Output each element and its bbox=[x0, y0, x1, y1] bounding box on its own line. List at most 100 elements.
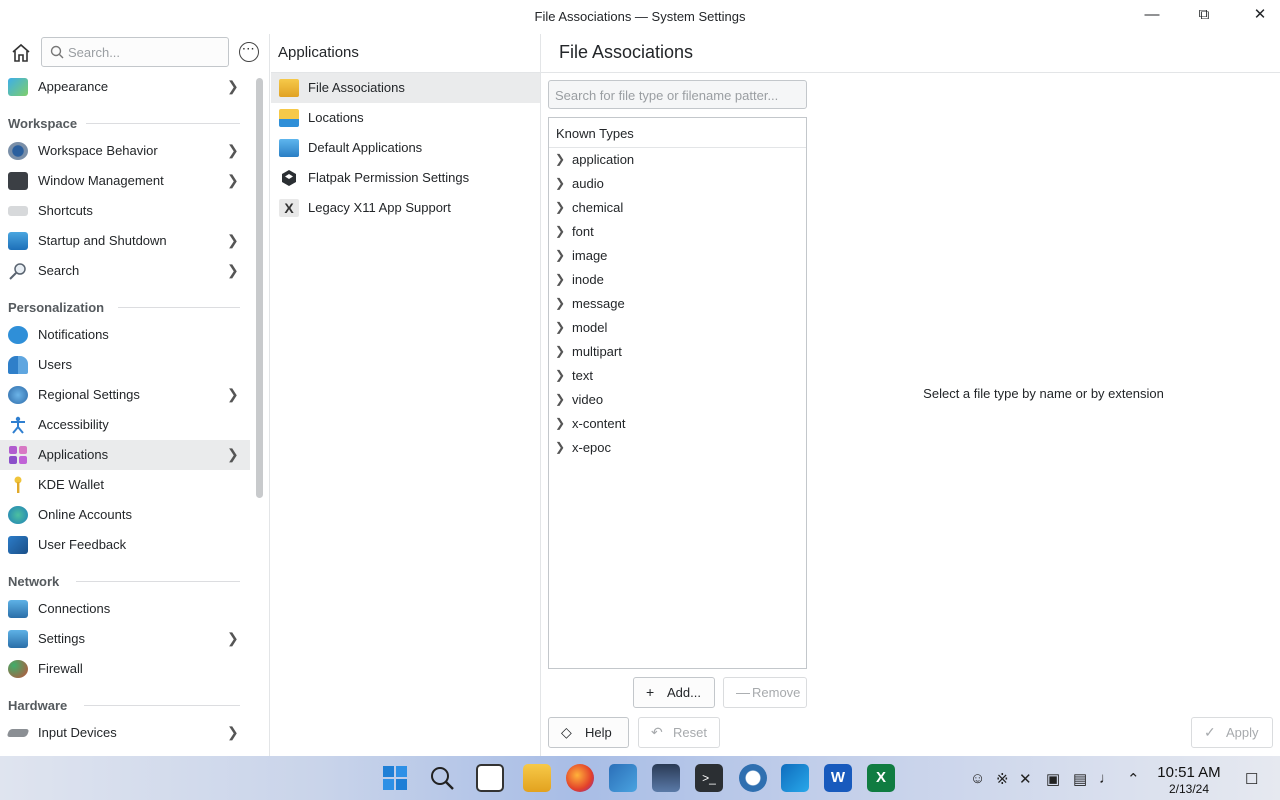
tree-rows: ❯ application ❯ audio ❯ chemical ❯ font ❯ image ❯ i… bbox=[549, 148, 806, 460]
sidebar-item-label: Workspace Behavior bbox=[38, 143, 158, 158]
sidebar-item-user-feedback[interactable]: User Feedback bbox=[0, 530, 250, 560]
sidebar-item-online-accounts[interactable]: Online Accounts bbox=[0, 500, 250, 530]
expand-chevron-icon[interactable]: ❯ bbox=[555, 392, 565, 406]
chevron-up-icon[interactable]: ⌃ bbox=[1127, 770, 1140, 788]
bluetooth-icon[interactable]: ※ bbox=[996, 770, 1009, 788]
sidebar-item-connections[interactable]: Connections bbox=[0, 594, 250, 624]
tree-row-chemical[interactable]: ❯ chemical bbox=[549, 196, 806, 220]
browser-icon[interactable] bbox=[739, 764, 767, 792]
volume-icon[interactable]: ♩ bbox=[1099, 770, 1114, 787]
mute-icon[interactable]: ✕ bbox=[1019, 770, 1032, 788]
panel-title: Applications bbox=[278, 44, 359, 61]
tree-row-text[interactable]: ❯ text bbox=[549, 364, 806, 388]
tree-row-inode[interactable]: ❯ inode bbox=[549, 268, 806, 292]
online-accounts-icon bbox=[8, 506, 28, 524]
tree-row-x-epoc[interactable]: ❯ x-epoc bbox=[549, 436, 806, 460]
expand-chevron-icon[interactable]: ❯ bbox=[555, 152, 565, 166]
sidebar-item-kde-wallet[interactable]: KDE Wallet bbox=[0, 470, 250, 500]
notifications-tray-icon[interactable]: ☐ bbox=[1245, 770, 1258, 788]
panel-item-locations[interactable]: Locations bbox=[271, 103, 540, 133]
connections-icon bbox=[8, 600, 28, 618]
more-options-icon[interactable]: ··· bbox=[239, 42, 259, 62]
network-icon[interactable]: ▤ bbox=[1073, 770, 1087, 788]
task-view-icon[interactable] bbox=[476, 764, 504, 792]
tree-row-audio[interactable]: ❯ audio bbox=[549, 172, 806, 196]
expand-chevron-icon[interactable]: ❯ bbox=[555, 368, 565, 382]
expand-chevron-icon[interactable]: ❯ bbox=[555, 272, 565, 286]
minimize-button[interactable]: — bbox=[1139, 4, 1165, 26]
start-menu-icon[interactable] bbox=[381, 764, 409, 792]
accessibility-icon bbox=[8, 416, 28, 434]
tree-row-font[interactable]: ❯ font bbox=[549, 220, 806, 244]
chevron-right-icon: ❯ bbox=[227, 232, 239, 248]
tree-row-video[interactable]: ❯ video bbox=[549, 388, 806, 412]
search-icon[interactable] bbox=[428, 764, 456, 792]
sidebar: ··· Appearance ❯ Workspace Workspace Beh… bbox=[0, 34, 270, 756]
maximize-button[interactable]: ⧉ bbox=[1191, 4, 1217, 26]
sidebar-item-search[interactable]: Search ❯ bbox=[0, 256, 250, 286]
chevron-right-icon: ❯ bbox=[227, 724, 239, 740]
sidebar-item-shortcuts[interactable]: Shortcuts bbox=[0, 196, 250, 226]
sidebar-item-applications[interactable]: Applications ❯ bbox=[0, 440, 250, 470]
sidebar-item-input-devices[interactable]: Input Devices ❯ bbox=[0, 718, 250, 748]
sidebar-item-label: Settings bbox=[38, 631, 85, 646]
sidebar-search-input[interactable] bbox=[68, 41, 223, 63]
reset-button[interactable]: ↶ Reset bbox=[638, 717, 720, 748]
settings-app-icon[interactable] bbox=[609, 764, 637, 792]
window-titlebar: File Associations — System Settings — ⧉ … bbox=[0, 0, 1280, 34]
expand-chevron-icon[interactable]: ❯ bbox=[555, 176, 565, 190]
tree-row-message[interactable]: ❯ message bbox=[549, 292, 806, 316]
sidebar-item-window-management[interactable]: Window Management ❯ bbox=[0, 166, 250, 196]
image-viewer-icon[interactable] bbox=[652, 764, 680, 792]
user-icon[interactable]: ☺ bbox=[970, 770, 985, 787]
panel-item-default-applications[interactable]: Default Applications bbox=[271, 133, 540, 163]
expand-chevron-icon[interactable]: ❯ bbox=[555, 200, 565, 214]
expand-chevron-icon[interactable]: ❯ bbox=[555, 248, 565, 262]
panel-item-flatpak-permissions[interactable]: Flatpak Permission Settings bbox=[271, 163, 540, 193]
display-icon[interactable]: ▣ bbox=[1046, 770, 1060, 788]
sidebar-item-appearance[interactable]: Appearance ❯ bbox=[0, 72, 250, 102]
panel-item-file-associations[interactable]: File Associations bbox=[271, 73, 540, 103]
sidebar-item-workspace-behavior[interactable]: Workspace Behavior ❯ bbox=[0, 136, 250, 166]
sidebar-item-accessibility[interactable]: Accessibility bbox=[0, 410, 250, 440]
tree-row-label: image bbox=[572, 248, 608, 263]
expand-chevron-icon[interactable]: ❯ bbox=[555, 296, 565, 310]
x11-icon: X bbox=[279, 199, 299, 217]
sidebar-item-network-settings[interactable]: Settings ❯ bbox=[0, 624, 250, 654]
expand-chevron-icon[interactable]: ❯ bbox=[555, 344, 565, 358]
expand-chevron-icon[interactable]: ❯ bbox=[555, 224, 565, 238]
sidebar-item-startup-shutdown[interactable]: Startup and Shutdown ❯ bbox=[0, 226, 250, 256]
remove-button[interactable]: — Remove bbox=[723, 677, 807, 708]
sidebar-item-firewall[interactable]: Firewall bbox=[0, 654, 250, 684]
outlook-icon[interactable] bbox=[781, 764, 809, 792]
file-type-search-input[interactable] bbox=[555, 85, 799, 105]
sidebar-search[interactable] bbox=[41, 37, 229, 67]
tree-row-model[interactable]: ❯ model bbox=[549, 316, 806, 340]
close-button[interactable]: ✕ bbox=[1247, 4, 1273, 26]
expand-chevron-icon[interactable]: ❯ bbox=[555, 320, 565, 334]
sidebar-scrollbar[interactable] bbox=[256, 78, 263, 498]
file-explorer-icon[interactable] bbox=[523, 764, 551, 792]
tree-row-label: video bbox=[572, 392, 604, 407]
panel-item-legacy-x11[interactable]: X Legacy X11 App Support bbox=[271, 193, 540, 223]
sidebar-item-regional-settings[interactable]: Regional Settings ❯ bbox=[0, 380, 250, 410]
word-icon[interactable]: W bbox=[824, 764, 852, 792]
file-type-search[interactable] bbox=[548, 80, 807, 109]
system-clock[interactable]: 10:51 AM 2/13/24 bbox=[1150, 764, 1228, 796]
terminal-icon[interactable]: >_ bbox=[695, 764, 723, 792]
tree-row-application[interactable]: ❯ application bbox=[549, 148, 806, 172]
excel-icon[interactable]: X bbox=[867, 764, 895, 792]
expand-chevron-icon[interactable]: ❯ bbox=[555, 416, 565, 430]
help-button[interactable]: ◇ Help bbox=[548, 717, 629, 748]
firefox-icon[interactable] bbox=[566, 764, 594, 792]
sidebar-item-notifications[interactable]: Notifications bbox=[0, 320, 250, 350]
expand-chevron-icon[interactable]: ❯ bbox=[555, 440, 565, 454]
tree-row-multipart[interactable]: ❯ multipart bbox=[549, 340, 806, 364]
home-icon[interactable] bbox=[8, 40, 34, 66]
sidebar-item-users[interactable]: Users bbox=[0, 350, 250, 380]
tree-row-x-content[interactable]: ❯ x-content bbox=[549, 412, 806, 436]
apply-button[interactable]: ✓ Apply bbox=[1191, 717, 1273, 748]
tree-header: Known Types bbox=[549, 118, 806, 148]
add-button[interactable]: + Add... bbox=[633, 677, 715, 708]
tree-row-image[interactable]: ❯ image bbox=[549, 244, 806, 268]
